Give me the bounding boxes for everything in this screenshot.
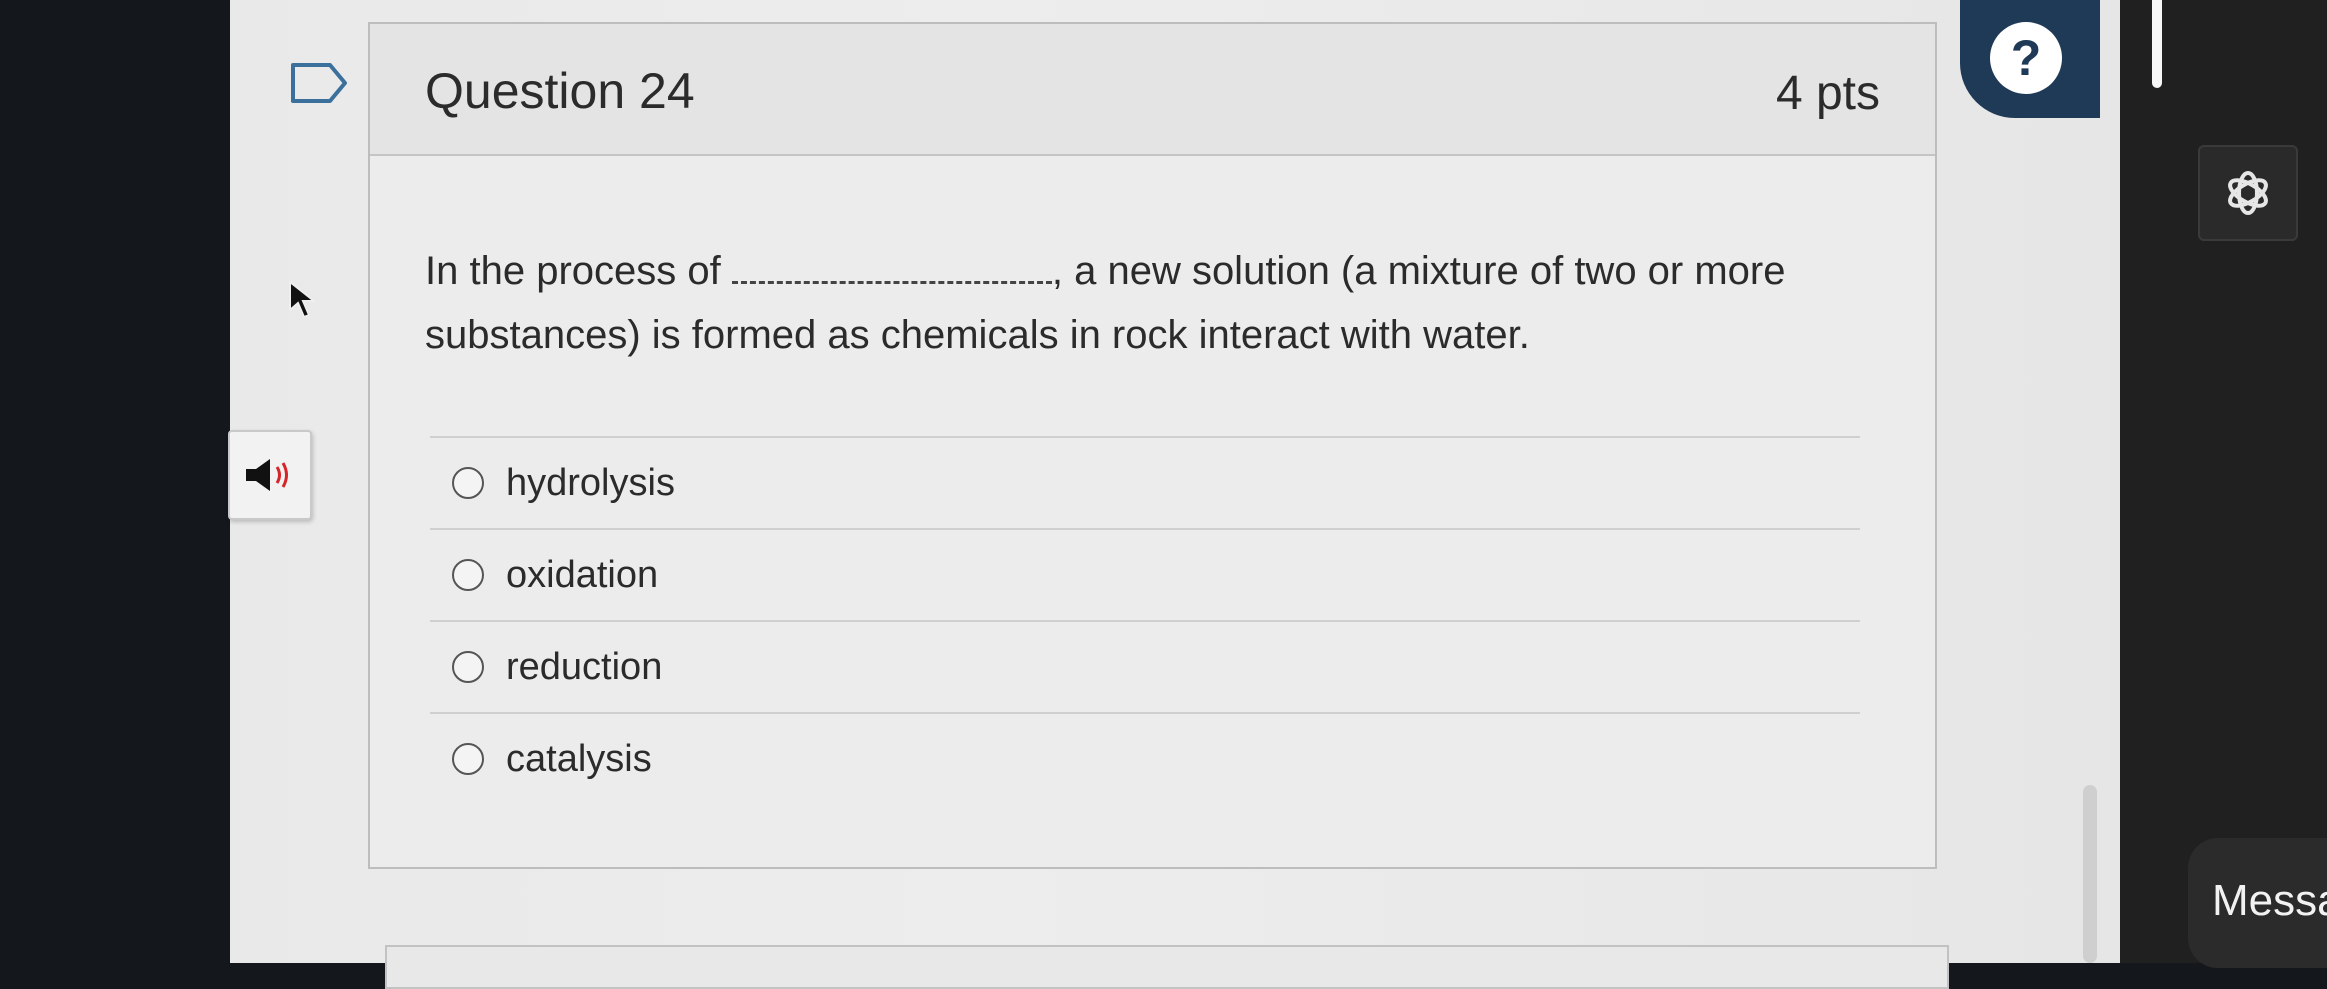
- read-aloud-button[interactable]: [228, 430, 312, 520]
- question-card: Question 24 4 pts In the process of , a …: [368, 22, 1937, 869]
- answer-option-reduction[interactable]: reduction: [430, 620, 1860, 712]
- radio-button[interactable]: [452, 743, 484, 775]
- cursor-arrow-icon: [289, 280, 317, 319]
- message-label: Messa: [2212, 876, 2327, 925]
- answer-label: reduction: [506, 645, 663, 688]
- question-points: 4 pts: [1775, 67, 1880, 120]
- side-scrollbar-thumb[interactable]: [2152, 0, 2162, 88]
- question-header: Question 24 4 pts: [370, 24, 1935, 156]
- fill-in-blank: [731, 243, 1052, 284]
- answer-label: hydrolysis: [506, 461, 675, 504]
- question-text-before: In the process of: [425, 249, 721, 293]
- radio-button[interactable]: [452, 651, 484, 683]
- openai-logo-icon: [2228, 171, 2268, 215]
- radio-button[interactable]: [452, 559, 484, 591]
- assistant-button[interactable]: [2198, 145, 2298, 241]
- speaker-icon: [246, 459, 288, 491]
- answer-list: hydrolysis oxidation reduction catalysis: [430, 436, 1860, 804]
- next-question-card: [385, 945, 1949, 989]
- radio-button[interactable]: [452, 467, 484, 499]
- answer-label: oxidation: [506, 553, 659, 596]
- flag-icon[interactable]: [290, 62, 348, 104]
- help-icon[interactable]: ?: [1990, 22, 2062, 94]
- page-scrollbar-thumb[interactable]: [2083, 785, 2097, 963]
- answer-label: catalysis: [506, 737, 652, 780]
- answer-option-catalysis[interactable]: catalysis: [430, 712, 1860, 804]
- question-title: Question 24: [425, 63, 695, 119]
- answer-option-hydrolysis[interactable]: hydrolysis: [430, 436, 1860, 528]
- answer-option-oxidation[interactable]: oxidation: [430, 528, 1860, 620]
- question-text: In the process of , a new solution (a mi…: [425, 239, 1885, 367]
